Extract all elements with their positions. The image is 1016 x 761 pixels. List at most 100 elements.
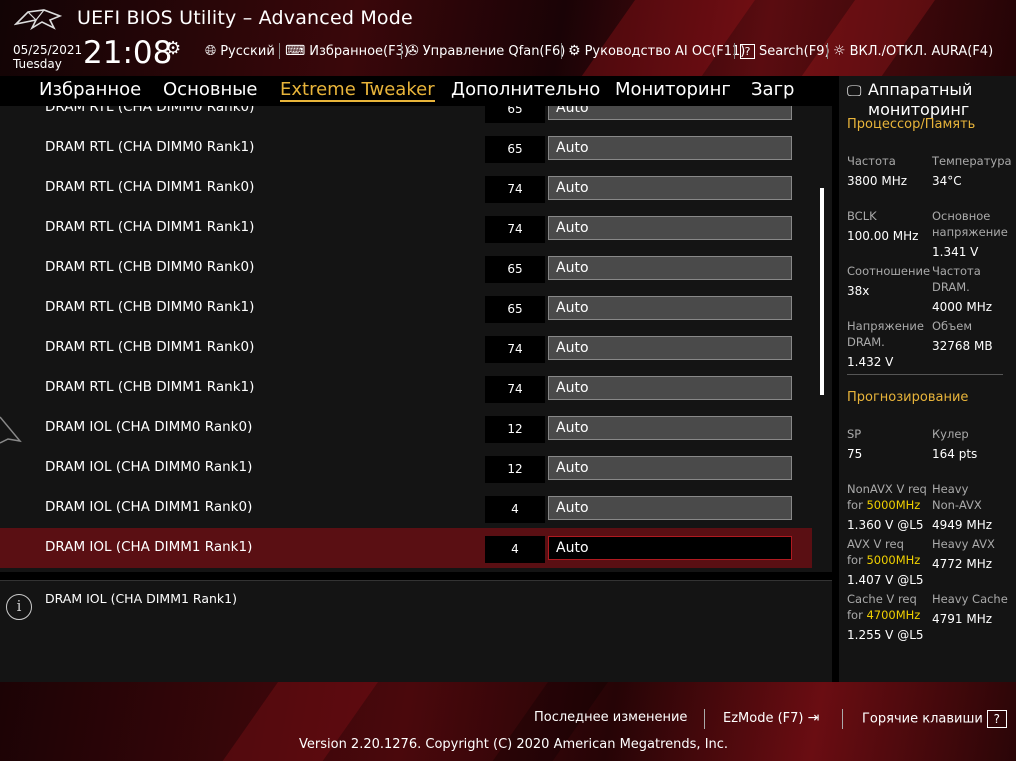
setting-dropdown[interactable]: Auto xyxy=(548,296,792,320)
vcore-label: Основное напряжение xyxy=(932,208,1008,240)
vcore-label-line: Основное xyxy=(932,209,991,223)
ai-oc-label: Руководство AI OC(F11) xyxy=(584,43,746,59)
avx-req-label-line: AVX V req xyxy=(847,537,904,551)
setting-dropdown[interactable]: Auto xyxy=(548,106,792,120)
tab-boot[interactable]: Загр xyxy=(751,79,794,100)
nonavx-req-label: NonAVX V req for 5000MHz xyxy=(847,481,927,513)
setting-row[interactable]: DRAM RTL (CHB DIMM1 Rank1) 74 Auto xyxy=(0,368,812,408)
hotkeys-button[interactable]: Горячие клавиши? xyxy=(862,710,1007,728)
setting-current-value: 65 xyxy=(485,256,545,283)
aura-button[interactable]: ☼ ВКЛ./ОТКЛ. AURA(F4) xyxy=(833,42,993,60)
favorites-icon: ⌨︎ xyxy=(285,43,306,59)
day-display: Tuesday xyxy=(13,57,62,71)
setting-row[interactable]: DRAM RTL (CHA DIMM0 Rank1) 65 Auto xyxy=(0,128,812,168)
ratio-value: 38x xyxy=(847,284,870,298)
heavy-nonavx-value: 4949 MHz xyxy=(932,518,993,532)
nav-divider xyxy=(561,43,562,59)
ratio-label: Соотношение xyxy=(847,264,931,278)
setting-dropdown[interactable]: Auto xyxy=(548,376,792,400)
setting-row-selected[interactable]: DRAM IOL (CHA DIMM1 Rank1) 4 Auto xyxy=(0,528,812,568)
setting-current-value: 12 xyxy=(485,416,545,443)
setting-label: DRAM RTL (CHB DIMM1 Rank1) xyxy=(45,379,255,395)
setting-dropdown[interactable]: Auto xyxy=(548,456,792,480)
favorites-button[interactable]: ⌨︎ Избранное(F3) xyxy=(285,42,409,60)
setting-dropdown[interactable]: Auto xyxy=(548,216,792,240)
setting-row[interactable]: DRAM IOL (CHA DIMM0 Rank0) 12 Auto xyxy=(0,408,812,448)
vcore-value: 1.341 V xyxy=(932,245,979,259)
cooler-label: Кулер xyxy=(932,427,969,441)
cache-for-label: for xyxy=(847,608,867,622)
setting-dropdown[interactable]: Auto xyxy=(548,256,792,280)
tab-main[interactable]: Основные xyxy=(163,79,258,100)
setting-dropdown[interactable]: Auto xyxy=(548,536,792,560)
setting-row[interactable]: DRAM RTL (CHA DIMM1 Rank0) 74 Auto xyxy=(0,168,812,208)
setting-row[interactable]: DRAM RTL (CHB DIMM1 Rank0) 74 Auto xyxy=(0,328,812,368)
qfan-label: Управление Qfan(F6) xyxy=(422,43,566,59)
globe-icon: 🌐︎ xyxy=(205,43,217,59)
ai-oc-button[interactable]: ⚙︎ Руководство AI OC(F11) xyxy=(568,42,745,60)
dram-voltage-label-line: Напряжение xyxy=(847,319,924,333)
help-box-icon: ? xyxy=(986,710,1007,728)
setting-current-value: 65 xyxy=(485,296,545,323)
monitor-divider xyxy=(847,374,1003,375)
setting-dropdown[interactable]: Auto xyxy=(548,416,792,440)
bclk-label: BCLK xyxy=(847,209,877,223)
setting-dropdown[interactable]: Auto xyxy=(548,176,792,200)
dram-freq-label-line: Частота xyxy=(932,264,981,278)
qfan-button[interactable]: ✇ Управление Qfan(F6) xyxy=(407,42,565,60)
setting-row[interactable]: DRAM RTL (CHA DIMM0 Rank0) 65 Auto xyxy=(0,106,812,128)
setting-current-value: 74 xyxy=(485,376,545,403)
cpu-memory-section-title: Процессор/Память xyxy=(847,117,976,132)
ezmode-label: EzMode (F7) xyxy=(723,711,804,726)
dram-voltage-label: Напряжение DRAM. xyxy=(847,318,924,350)
setting-label: DRAM IOL (CHA DIMM1 Rank1) xyxy=(45,539,253,555)
nonavx-freq: 5000MHz xyxy=(866,498,921,512)
avx-req-value: 1.407 V @L5 xyxy=(847,573,924,587)
tab-extreme-tweaker[interactable]: Extreme Tweaker xyxy=(280,79,435,102)
setting-label: DRAM RTL (CHB DIMM1 Rank0) xyxy=(45,339,255,355)
footer-divider xyxy=(842,709,843,729)
language-label: Русский xyxy=(220,43,275,59)
tab-favorites[interactable]: Избранное xyxy=(39,79,141,100)
heavy-cache-value: 4791 MHz xyxy=(932,612,993,626)
setting-dropdown[interactable]: Auto xyxy=(548,496,792,520)
search-button[interactable]: ? Search(F9) xyxy=(740,42,830,60)
scrollbar[interactable] xyxy=(820,188,824,395)
monitor-icon: 🖵︎ xyxy=(847,82,862,100)
setting-current-value: 12 xyxy=(485,456,545,483)
setting-label: DRAM RTL (CHA DIMM0 Rank1) xyxy=(45,139,255,155)
info-icon: i xyxy=(6,594,32,620)
setting-row[interactable]: DRAM IOL (CHA DIMM0 Rank1) 12 Auto xyxy=(0,448,812,488)
last-change-button[interactable]: Последнее изменение xyxy=(534,710,687,725)
setting-current-value: 4 xyxy=(485,496,545,523)
language-button[interactable]: 🌐︎ Русский xyxy=(205,42,275,60)
tab-monitor[interactable]: Мониторинг xyxy=(615,79,731,100)
setting-row[interactable]: DRAM RTL (CHB DIMM0 Rank0) 65 Auto xyxy=(0,248,812,288)
vcore-label-line: напряжение xyxy=(932,225,1008,239)
cache-req-value: 1.255 V @L5 xyxy=(847,628,924,642)
sp-label: SP xyxy=(847,427,862,441)
cooler-value: 164 pts xyxy=(932,447,978,461)
setting-dropdown[interactable]: Auto xyxy=(548,136,792,160)
setting-current-value: 4 xyxy=(485,536,545,563)
setting-row[interactable]: DRAM IOL (CHA DIMM1 Rank0) 4 Auto xyxy=(0,488,812,528)
setting-dropdown[interactable]: Auto xyxy=(548,336,792,360)
ai-oc-icon: ⚙︎ xyxy=(568,43,581,59)
monitor-title-line: Аппаратный xyxy=(868,80,973,99)
dram-voltage-value: 1.432 V xyxy=(847,355,894,369)
setting-current-value: 65 xyxy=(485,106,545,123)
setting-current-value: 74 xyxy=(485,216,545,243)
nonavx-req-label-line: NonAVX V req xyxy=(847,482,927,496)
gear-icon[interactable]: ⚙ xyxy=(165,38,181,59)
setting-row[interactable]: DRAM RTL (CHA DIMM1 Rank1) 74 Auto xyxy=(0,208,812,248)
freq-label: Частота xyxy=(847,154,896,168)
dram-freq-label-line: DRAM. xyxy=(932,280,970,294)
temp-label: Температура xyxy=(932,154,1012,168)
nav-divider xyxy=(401,43,402,59)
tab-advanced[interactable]: Дополнительно xyxy=(451,79,600,100)
prediction-section-title: Прогнозирование xyxy=(847,390,969,405)
setting-label: DRAM RTL (CHA DIMM1 Rank0) xyxy=(45,179,255,195)
setting-label: DRAM RTL (CHB DIMM0 Rank0) xyxy=(45,259,255,275)
setting-row[interactable]: DRAM RTL (CHB DIMM0 Rank1) 65 Auto xyxy=(0,288,812,328)
ezmode-button[interactable]: EzMode (F7) ⇥ xyxy=(723,710,819,726)
